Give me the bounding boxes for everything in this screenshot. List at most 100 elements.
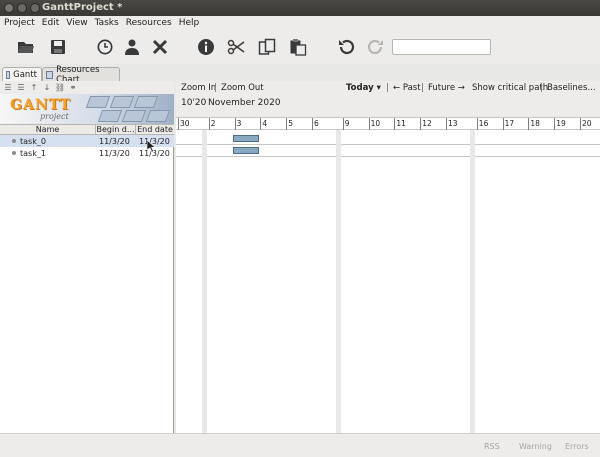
window-title: GanttProject * xyxy=(42,2,123,13)
past-button[interactable]: ← Past xyxy=(393,83,421,93)
move-down-icon[interactable]: ↓ xyxy=(42,83,52,93)
day-label: 11 xyxy=(396,119,406,128)
title-bar: GanttProject * xyxy=(0,0,600,16)
outdent-icon[interactable]: ☰ xyxy=(3,83,13,93)
link-icon[interactable]: ⛓ xyxy=(55,83,65,93)
save-icon[interactable] xyxy=(48,37,68,57)
delete-x-icon[interactable] xyxy=(150,37,170,57)
menu-bar: Project Edit View Tasks Resources Help xyxy=(0,16,600,30)
day-label: 9 xyxy=(344,119,350,128)
window-minimize-button[interactable] xyxy=(17,3,27,13)
info-icon[interactable] xyxy=(196,37,216,57)
column-end-date[interactable]: End date xyxy=(136,125,174,134)
day-label: 16 xyxy=(478,119,489,128)
person-icon[interactable] xyxy=(122,37,142,57)
tab-resources-chart[interactable]: Resources Chart xyxy=(42,65,120,85)
menu-project[interactable]: Project xyxy=(1,18,38,28)
baselines-button[interactable]: Baselines... xyxy=(547,83,596,93)
day-tick xyxy=(528,118,530,130)
cut-icon[interactable] xyxy=(226,37,246,57)
main-toolbar xyxy=(0,30,600,64)
day-tick xyxy=(420,118,422,130)
day-tick xyxy=(178,118,179,130)
task-bar-task_1[interactable] xyxy=(233,147,259,154)
task-bullet-icon xyxy=(12,139,16,143)
year-label: 10'20 xyxy=(181,98,207,108)
redo-icon[interactable] xyxy=(366,37,386,57)
move-up-icon[interactable]: ↑ xyxy=(29,83,39,93)
logo-sub: project xyxy=(40,112,69,121)
day-label: 2 xyxy=(210,119,216,128)
day-label: 5 xyxy=(288,119,293,128)
gantt-tab-icon xyxy=(6,70,11,79)
future-button[interactable]: Future → xyxy=(428,83,465,93)
column-name[interactable]: Name xyxy=(0,125,96,134)
day-tick xyxy=(312,118,313,130)
day-tick xyxy=(208,118,210,130)
gantt-grid xyxy=(176,130,600,433)
status-errors[interactable]: Errors xyxy=(565,442,589,451)
today-button[interactable]: Today ▾ xyxy=(346,83,381,93)
day-tick xyxy=(368,118,370,130)
task-bar-task_0[interactable] xyxy=(233,135,259,142)
day-tick xyxy=(234,118,236,130)
day-label: 19 xyxy=(556,119,566,128)
view-tabs: Gantt Resources Chart xyxy=(0,65,600,85)
status-rss[interactable]: RSS xyxy=(484,442,500,451)
day-label: 30 xyxy=(180,119,190,128)
zoom-in-button[interactable]: Zoom In xyxy=(181,83,216,93)
day-label: 20 xyxy=(582,119,592,128)
zoom-out-button[interactable]: Zoom Out xyxy=(221,83,264,93)
day-tick xyxy=(502,118,504,130)
weekend-column xyxy=(469,130,475,433)
chart-toolbar: Zoom In Zoom Out Today ▾ ← Past Future →… xyxy=(176,81,600,95)
indent-icon[interactable]: ☰ xyxy=(16,83,26,93)
logo-word: GANTT xyxy=(10,97,71,113)
undo-icon[interactable] xyxy=(336,37,356,57)
day-label: 6 xyxy=(314,119,319,128)
task-table-header: Name Begin d... End date xyxy=(0,124,174,135)
task-tree-panel: ☰ ☰ ↑ ↓ ⛓ ⚭ GANTT project Name Begin d..… xyxy=(0,81,174,433)
timeline-month-row: 10'20 November 2020 xyxy=(176,95,600,117)
weekend-column xyxy=(201,130,207,433)
day-tick xyxy=(394,118,396,130)
weekend-column xyxy=(335,130,341,433)
ganttproject-logo: GANTT project xyxy=(0,94,174,124)
task-bullet-icon xyxy=(12,151,16,155)
day-label: 12 xyxy=(422,119,432,128)
clock-icon[interactable] xyxy=(95,37,115,57)
task-tree-toolbar: ☰ ☰ ↑ ↓ ⛓ ⚭ xyxy=(0,81,174,94)
window-close-button[interactable] xyxy=(4,3,14,13)
day-label: 4 xyxy=(262,119,268,128)
day-label: 13 xyxy=(448,119,458,128)
day-label: 10 xyxy=(370,119,381,128)
paste-icon[interactable] xyxy=(288,37,308,57)
critical-path-button[interactable]: Show critical path xyxy=(472,83,548,93)
menu-view[interactable]: View xyxy=(63,18,90,28)
day-tick xyxy=(554,118,556,130)
copy-icon[interactable] xyxy=(257,37,277,57)
menu-resources[interactable]: Resources xyxy=(123,18,175,28)
day-label: 3 xyxy=(236,119,242,128)
day-tick xyxy=(286,118,288,130)
status-warning[interactable]: Warning xyxy=(519,442,552,451)
timeline-day-row: 30 2 3 4 5 6 9 10 11 12 13 16 17 18 19 20 xyxy=(176,117,600,130)
resources-tab-icon xyxy=(46,70,54,79)
unlink-icon[interactable]: ⚭ xyxy=(68,83,78,93)
day-label: 18 xyxy=(530,119,540,128)
menu-tasks[interactable]: Tasks xyxy=(92,18,122,28)
gantt-chart-panel: Zoom In Zoom Out Today ▾ ← Past Future →… xyxy=(176,81,600,433)
tab-gantt[interactable]: Gantt xyxy=(2,67,42,81)
status-bar: RSS Warning Errors xyxy=(0,433,600,457)
open-folder-icon[interactable] xyxy=(16,37,36,57)
column-begin-date[interactable]: Begin d... xyxy=(96,125,136,134)
day-tick xyxy=(342,118,344,130)
menu-help[interactable]: Help xyxy=(176,18,203,28)
day-tick xyxy=(476,118,478,130)
mouse-cursor-icon xyxy=(147,140,155,152)
search-input[interactable] xyxy=(392,39,491,55)
day-tick xyxy=(260,118,262,130)
day-tick xyxy=(580,118,581,130)
window-maximize-button[interactable] xyxy=(30,3,40,13)
menu-edit[interactable]: Edit xyxy=(39,18,62,28)
